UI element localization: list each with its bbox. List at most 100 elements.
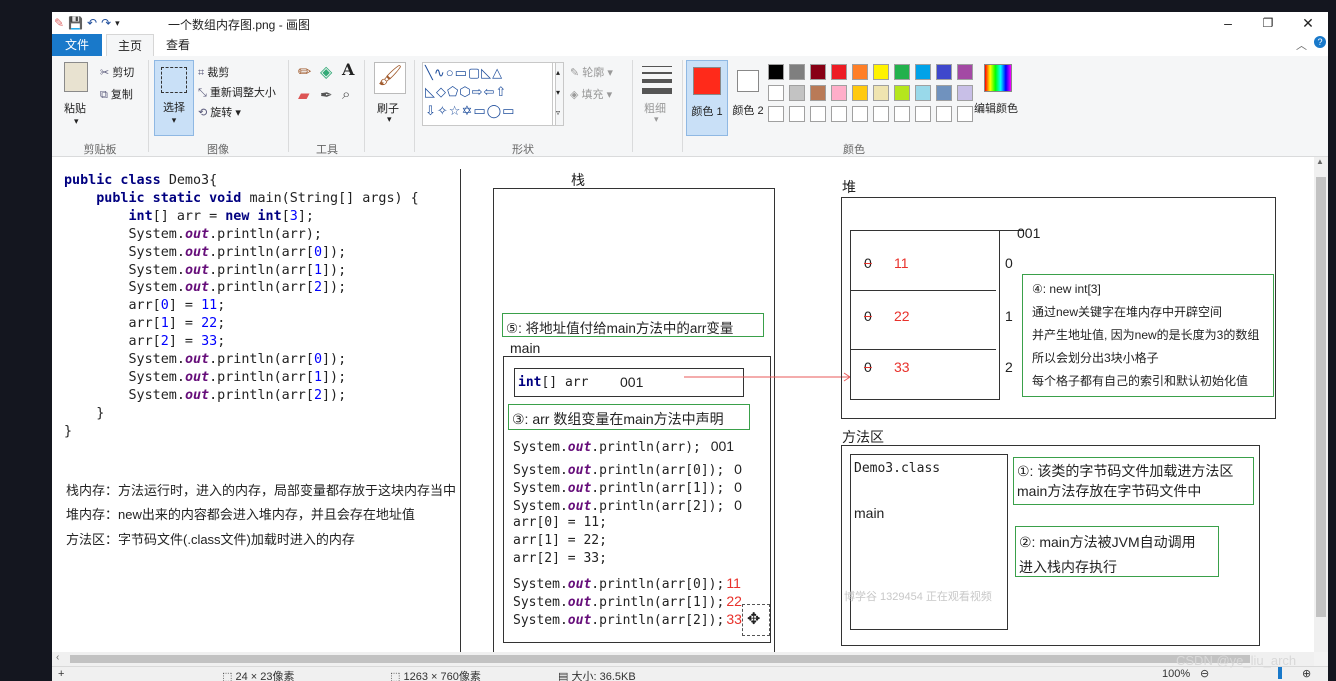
palette-swatch[interactable] [873,64,889,80]
palette-swatch[interactable] [957,64,973,80]
heap-address: 001 [1017,225,1041,241]
step4-line: 所以会划分出3块小格子 [1032,351,1159,365]
custom-color-slot[interactable] [810,106,826,122]
help-icon[interactable]: ? [1314,36,1326,48]
cell-divider [850,290,996,291]
custom-color-slot[interactable] [957,106,973,122]
palette-swatch[interactable] [894,64,910,80]
outline-icon: ✎ [570,67,580,79]
outline-label: 轮廓 [582,67,605,79]
close-button[interactable]: ✕ [1288,12,1328,34]
horizontal-scroll-thumb[interactable] [70,655,1250,663]
palette-swatch[interactable] [894,85,910,101]
palette-swatch[interactable] [831,85,847,101]
csdn-watermark: CSDN @ye_liu_arch [1176,653,1297,668]
custom-color-slot[interactable] [915,106,931,122]
vertical-scrollbar[interactable]: ▲ [1314,157,1328,652]
palette-swatch[interactable] [873,85,889,101]
ribbon-separator [364,60,365,152]
tab-view[interactable]: 查看 [155,34,201,56]
vertical-scroll-thumb[interactable] [1316,177,1326,617]
step2-box: ②: main方法被JVM自动调用 进入栈内存执行 [1015,526,1219,577]
quick-access-toolbar: ✎ 💾 ↶ ↷ ▾ [54,15,120,31]
custom-color-slot[interactable] [831,106,847,122]
cursor-position: ⬚ 24 × 23像素 [222,668,294,681]
eraser-icon[interactable]: ▰ [298,86,310,104]
fill-button[interactable]: ◈ 填充 ▾ [570,86,612,102]
shapes-scroll[interactable]: ▴ ▾ ▿ [552,62,564,126]
edit-colors-button[interactable]: 编辑颜色 [974,100,1018,116]
palette-swatch[interactable] [831,64,847,80]
crop-button[interactable]: ⌗ 裁剪 [198,64,229,80]
undo-icon[interactable]: ↶ [87,16,97,30]
fill-icon: ◈ [570,89,579,101]
paste-icon[interactable] [64,62,88,92]
color2-button[interactable]: 颜色 2 [728,60,768,134]
color-picker-icon[interactable]: ✒ [320,86,333,104]
text-tool-icon[interactable]: A [342,60,354,79]
copy-button[interactable]: ⧉ 复制 [100,86,133,102]
customize-qat-icon[interactable]: ▾ [115,18,120,29]
fill-bucket-icon[interactable]: ◈ [320,62,332,82]
scroll-left-icon[interactable]: ‹ [56,652,59,663]
select-button[interactable]: 选择 ▾ [154,60,194,136]
palette-swatch[interactable] [810,64,826,80]
maximize-button[interactable]: ❐ [1248,12,1288,34]
palette-swatch[interactable] [915,64,931,80]
palette-swatch[interactable] [957,85,973,101]
custom-color-slot[interactable] [789,106,805,122]
cut-button[interactable]: ✂ 剪切 [100,64,134,80]
save-icon[interactable]: 💾 [68,16,83,30]
edit-colors-icon[interactable] [984,64,1012,92]
status-bar: + ⬚ 24 × 23像素 ⬚ 1263 × 760像素 ▤ 大小: 36.5K… [52,666,1328,681]
palette-swatch[interactable] [852,85,868,101]
custom-color-slot[interactable] [768,106,784,122]
palette-swatch[interactable] [768,85,784,101]
clipboard-group-label: 剪贴板 [83,144,117,156]
palette-swatch[interactable] [810,85,826,101]
custom-color-slot[interactable] [852,106,868,122]
heap-cell-index: 0 [1005,255,1013,271]
resize-button[interactable]: ⤡ 重新调整大小 [198,84,276,100]
tab-home[interactable]: 主页 [106,34,154,57]
redo-icon[interactable]: ↷ [101,16,111,30]
pencil-icon[interactable]: ✏ [298,62,311,82]
tab-file[interactable]: 文件 [52,34,102,56]
palette-swatch[interactable] [789,85,805,101]
minimize-button[interactable]: ‒ [1208,12,1248,34]
shapes-gallery[interactable]: ╲∿○▭▢◺△ ◺◇⬠⬡⇨⇦⇧ ⇩✧☆✡▭◯▭ [422,62,556,126]
method-area-title: 方法区 [842,429,884,445]
paint-app-icon: ✎ [54,16,65,30]
brush-dropdown-icon[interactable]: ▾ [387,114,392,125]
palette-swatch[interactable] [789,64,805,80]
outline-button[interactable]: ✎ 轮廓 ▾ [570,64,613,80]
collapse-ribbon-icon[interactable]: ︿ [1296,37,1307,53]
brush-icon[interactable]: 🖌 [374,62,406,94]
ribbon-separator [414,60,415,152]
zoom-in-icon[interactable]: ⊕ [1302,667,1311,680]
custom-color-slot[interactable] [894,106,910,122]
color1-button[interactable]: 颜色 1 [686,60,728,136]
custom-color-slot[interactable] [936,106,952,122]
file-size-text: 大小: 36.5KB [571,671,636,681]
canvas[interactable]: public class Demo3{ public static void m… [52,157,1314,654]
magnifier-icon[interactable]: ⌕ [342,86,350,103]
paste-dropdown-icon[interactable]: ▾ [74,116,79,127]
zoom-out-icon[interactable]: ⊖ [1200,667,1209,680]
rotate-button[interactable]: ⟲ 旋转 ▾ [198,104,241,120]
zoom-level: 100% [1162,668,1191,680]
scroll-up-icon[interactable]: ▲ [1316,157,1324,166]
custom-color-slot[interactable] [873,106,889,122]
palette-swatch[interactable] [768,64,784,80]
palette-swatch[interactable] [915,85,931,101]
size-icon[interactable] [642,66,672,94]
palette-swatch[interactable] [852,64,868,80]
zoom-slider[interactable] [1278,667,1282,679]
paste-button[interactable]: 粘贴 [64,100,86,116]
select-dropdown-icon: ▾ [171,115,177,125]
palette-swatch[interactable] [936,85,952,101]
canvas-area[interactable]: public class Demo3{ public static void m… [52,157,1314,654]
size-dropdown-icon[interactable]: ▾ [654,114,659,125]
horizontal-scrollbar[interactable]: ‹ [52,652,1314,666]
palette-swatch[interactable] [936,64,952,80]
